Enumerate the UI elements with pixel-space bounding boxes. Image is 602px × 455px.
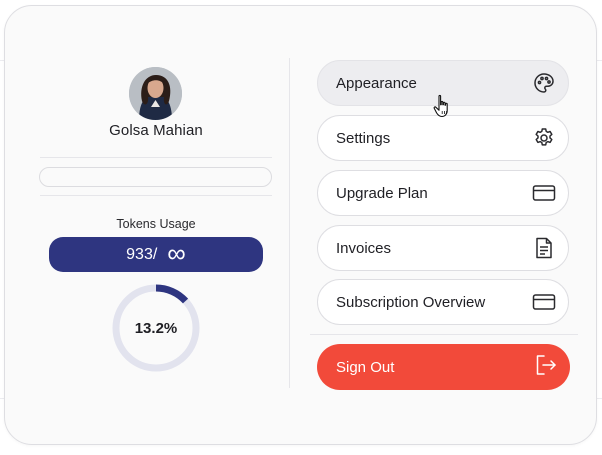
menu-item-label: Upgrade Plan (336, 184, 428, 202)
divider (40, 195, 272, 196)
column-divider (289, 58, 290, 388)
avatar[interactable] (129, 67, 182, 120)
menu-item-upgrade-plan[interactable]: Upgrade Plan (317, 170, 569, 216)
menu-item-label: Settings (336, 129, 391, 147)
divider (310, 334, 578, 335)
gear-icon (532, 126, 556, 150)
tokens-usage-label: Tokens Usage (116, 217, 196, 231)
infinity-icon: ∞ (167, 238, 186, 268)
menu-item-settings[interactable]: Settings (317, 115, 569, 161)
usage-percent: 13.2% (134, 319, 178, 337)
logout-icon (534, 353, 558, 381)
credit-card-icon (532, 290, 556, 314)
sign-out-button[interactable]: Sign Out (317, 344, 570, 390)
user-photo-icon (129, 67, 182, 120)
user-name: Golsa Mahian (109, 122, 203, 139)
menu-item-label: Subscription Overview (336, 293, 486, 311)
tokens-used-value: 933/ (126, 245, 158, 263)
menu-item-label: Appearance (336, 74, 417, 92)
tokens-usage-pill: 933/ ∞ (49, 237, 263, 272)
menu-item-subscription-overview[interactable]: Subscription Overview (317, 279, 569, 325)
menu-item-invoices[interactable]: Invoices (317, 225, 569, 271)
sign-out-label: Sign Out (336, 358, 395, 376)
empty-progress-bar (39, 167, 272, 187)
document-icon (532, 236, 556, 260)
palette-icon (532, 71, 556, 95)
menu-item-label: Invoices (336, 239, 392, 257)
hand-pointer-cursor-icon (433, 94, 448, 118)
divider (40, 157, 272, 158)
credit-card-icon (532, 181, 556, 205)
